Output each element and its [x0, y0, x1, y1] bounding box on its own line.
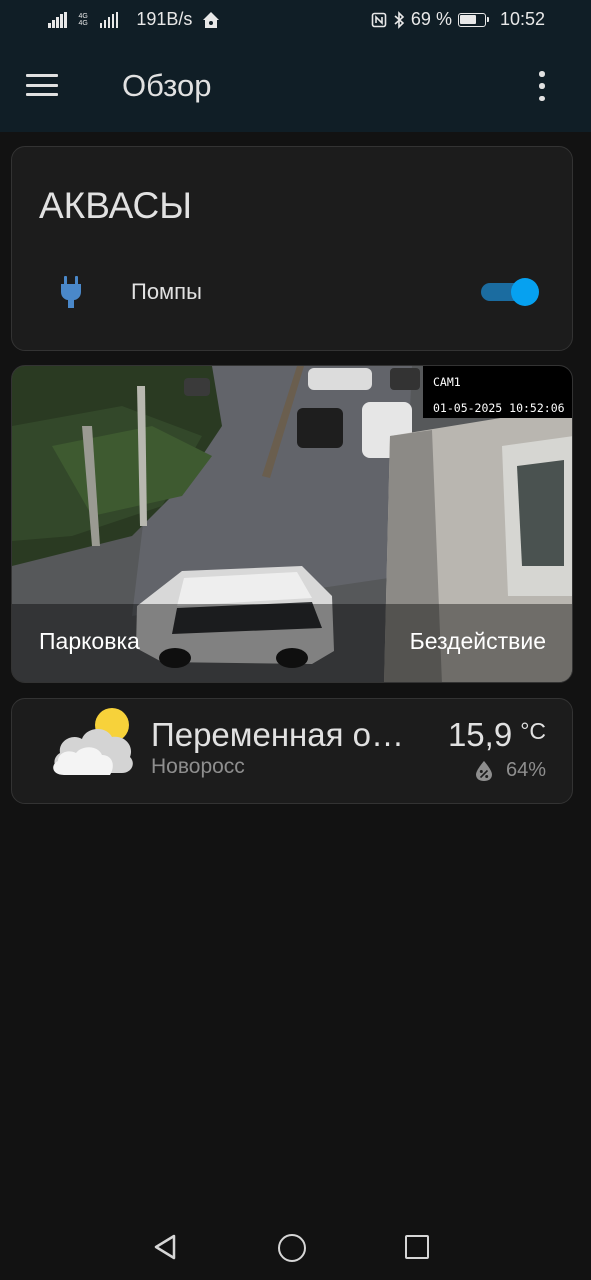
status-right: 69 % 10:52: [371, 9, 545, 30]
clock: 10:52: [499, 9, 545, 29]
toggle-thumb: [511, 278, 539, 306]
home-icon[interactable]: [278, 1234, 306, 1262]
battery-percent: 69 %: [410, 9, 452, 29]
battery-icon: [457, 12, 489, 27]
app-bar: Обзор: [0, 40, 591, 132]
system-nav-bar: [0, 1215, 591, 1280]
power-plug-icon[interactable]: [58, 275, 84, 309]
network-speed: 191B/s: [136, 9, 193, 29]
camera-osd-datetime: 01-05-2025 10:52:06: [433, 401, 565, 415]
weather-location: Новоросс: [151, 755, 245, 778]
camera-name: Парковка: [39, 628, 140, 654]
humidity-value: 64%: [505, 759, 546, 781]
nfc-icon: [371, 12, 387, 27]
humidity-icon: [475, 760, 492, 781]
weather-card[interactable]: Переменная облачность Новоросс 15,9 °C 64…: [11, 698, 573, 804]
signal-icon: [99, 11, 119, 28]
network-sub-label: 4G: [78, 19, 88, 27]
weather-temperature: 15,9 °C: [448, 716, 546, 754]
status-left: 4G 4G 191B/s: [48, 9, 220, 30]
temperature-value: 15,9: [447, 716, 513, 753]
camera-card[interactable]: CAM1 01-05-2025 10:52:06 Парковка Бездей…: [11, 365, 573, 683]
home-assistant-icon: [203, 11, 220, 28]
entities-card: АКВАСЫ Помпы: [11, 146, 573, 351]
weather-condition: Переменная облачность: [151, 716, 421, 753]
back-icon[interactable]: [152, 1233, 178, 1261]
entity-name-pumps[interactable]: Помпы: [131, 279, 202, 305]
camera-osd-label: CAM1: [433, 375, 461, 389]
camera-state: Бездействие: [409, 628, 546, 654]
page-title: Обзор: [122, 68, 212, 103]
status-bar: 4G 4G 191B/s 69 % 10:52: [0, 0, 591, 40]
signal-icon: [48, 11, 67, 28]
recent-apps-icon[interactable]: [405, 1235, 429, 1259]
menu-icon[interactable]: [26, 74, 58, 98]
weather-humidity: 64%: [475, 759, 546, 782]
camera-osd: CAM1 01-05-2025 10:52:06: [423, 366, 572, 418]
partly-cloudy-icon: [53, 708, 133, 775]
more-options-icon[interactable]: [530, 71, 554, 101]
card-title: АКВАСЫ: [39, 185, 193, 226]
bluetooth-icon: [394, 10, 405, 29]
pumps-toggle[interactable]: [481, 278, 539, 306]
network-type-badge: 4G 4G: [79, 13, 88, 27]
network-type-label: 4G: [78, 12, 88, 20]
battery-level: [460, 15, 476, 24]
temperature-unit: °C: [520, 718, 546, 744]
